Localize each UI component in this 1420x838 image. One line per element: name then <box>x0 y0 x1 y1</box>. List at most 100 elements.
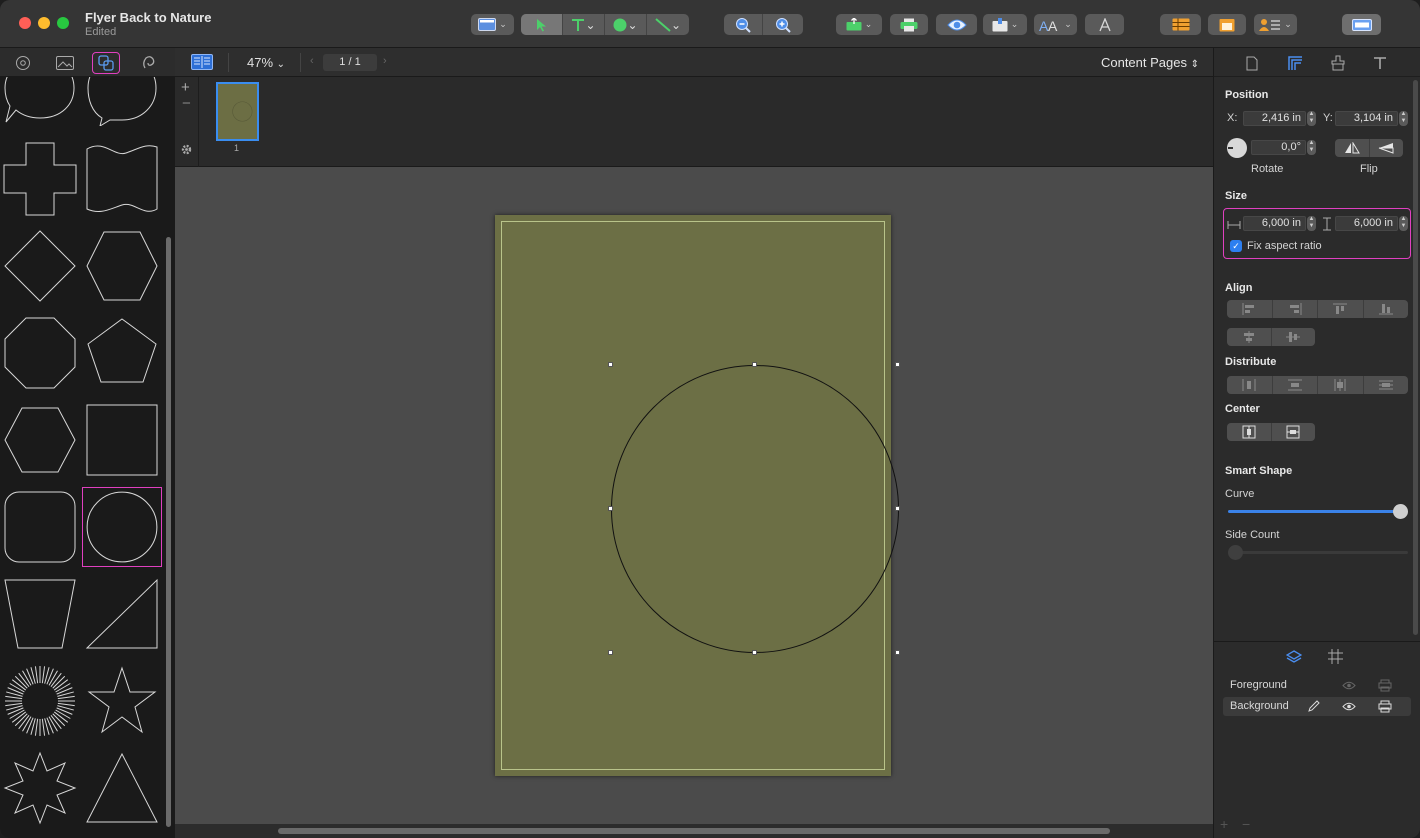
next-page-button[interactable]: › <box>383 55 387 67</box>
previous-page-button[interactable]: ‹ <box>310 55 314 67</box>
shape-tool-button[interactable]: ⌄ <box>605 14 647 35</box>
resize-handle-top-right[interactable] <box>895 362 900 367</box>
tab-shapes[interactable] <box>92 52 120 74</box>
center-vertically-button[interactable] <box>1272 423 1316 441</box>
width-field[interactable]: 6,000 in <box>1243 216 1306 231</box>
shape-pentagon[interactable] <box>84 315 160 391</box>
view-mode-button[interactable]: ⌄ <box>471 14 514 35</box>
resize-handle-top[interactable] <box>752 362 757 367</box>
tab-text[interactable] <box>1369 53 1391 73</box>
layers-tab[interactable] <box>1285 649 1303 668</box>
text-tool-button[interactable]: ⌄ <box>563 14 605 35</box>
y-stepper[interactable]: ▲ ▼ <box>1399 111 1408 126</box>
width-stepper[interactable]: ▲ ▼ <box>1307 216 1316 231</box>
resize-handle-bottom[interactable] <box>752 650 757 655</box>
remove-layer-button[interactable]: − <box>1242 816 1250 832</box>
zoom-window-button[interactable] <box>57 17 69 29</box>
align-center-vertical-button[interactable] <box>1272 328 1316 346</box>
page-view-toggle[interactable] <box>191 54 213 73</box>
layer-background[interactable]: Background <box>1223 697 1411 716</box>
align-left-button[interactable] <box>1227 300 1273 318</box>
shape-diamond[interactable] <box>2 228 78 304</box>
shape-star-5[interactable] <box>84 663 160 739</box>
horizontal-scrollbar[interactable] <box>278 828 1110 834</box>
rotate-knob[interactable] <box>1227 138 1247 158</box>
add-layer-button[interactable]: + <box>1220 816 1228 832</box>
side-count-slider-track[interactable] <box>1228 551 1408 554</box>
font-button[interactable] <box>1085 14 1124 35</box>
contacts-button[interactable]: ⌄ <box>1254 14 1297 35</box>
circle-shape[interactable] <box>611 365 899 653</box>
flip-vertical-button[interactable] <box>1370 139 1404 157</box>
inspector-scrollbar[interactable] <box>1413 80 1418 635</box>
sidebar-toggle-button[interactable] <box>1342 14 1381 35</box>
rotation-field[interactable]: 0,0° <box>1251 140 1306 155</box>
close-window-button[interactable] <box>19 17 31 29</box>
height-stepper[interactable]: ▲ ▼ <box>1399 216 1408 231</box>
grid-tab[interactable] <box>1328 649 1343 667</box>
shape-rectangle[interactable] <box>84 402 160 478</box>
distribute-centers-h-button[interactable] <box>1318 376 1364 394</box>
shape-star-8[interactable] <box>2 750 78 826</box>
height-field[interactable]: 6,000 in <box>1335 216 1398 231</box>
align-top-button[interactable] <box>1318 300 1364 318</box>
tab-style[interactable] <box>1327 53 1349 73</box>
eye-icon[interactable] <box>1342 700 1356 713</box>
shape-rounded-rectangle[interactable] <box>2 489 78 565</box>
shape-starburst[interactable] <box>2 663 78 739</box>
preview-button[interactable] <box>936 14 977 35</box>
printer-icon[interactable] <box>1378 700 1392 713</box>
minimize-window-button[interactable] <box>38 17 50 29</box>
tab-images[interactable] <box>51 52 79 74</box>
curve-slider-track[interactable] <box>1228 510 1404 513</box>
shape-right-triangle[interactable] <box>84 576 160 652</box>
calendar-button[interactable] <box>1208 14 1246 35</box>
shape-hexagon-vertical[interactable] <box>84 228 160 304</box>
tab-clipart[interactable] <box>9 52 37 74</box>
shape-circle[interactable] <box>82 487 162 567</box>
resize-handle-bottom-left[interactable] <box>608 650 613 655</box>
shape-trapezoid[interactable] <box>2 576 78 652</box>
y-position-field[interactable]: 3,104 in <box>1335 111 1398 126</box>
distribute-vertical-button[interactable] <box>1273 376 1318 394</box>
curve-slider-knob[interactable] <box>1393 504 1408 519</box>
distribute-centers-v-button[interactable] <box>1364 376 1409 394</box>
library-scrollbar[interactable] <box>166 237 171 827</box>
zoom-level-dropdown[interactable]: 47% ⌄ <box>247 55 285 70</box>
text-style-button[interactable]: A A ⌄ <box>1034 14 1077 35</box>
zoom-in-button[interactable] <box>763 14 803 35</box>
add-page-button[interactable]: + <box>181 79 190 96</box>
resize-handle-right[interactable] <box>895 506 900 511</box>
select-tool-button[interactable] <box>521 14 563 35</box>
shape-hexagon[interactable] <box>2 402 78 478</box>
tab-text-effects[interactable] <box>135 52 163 74</box>
rotation-stepper[interactable]: ▲ ▼ <box>1307 140 1316 155</box>
tab-document[interactable] <box>1241 53 1263 73</box>
x-stepper[interactable]: ▲ ▼ <box>1307 111 1316 126</box>
page-thumbnail[interactable] <box>216 82 259 141</box>
eye-icon[interactable] <box>1342 679 1356 692</box>
resize-handle-top-left[interactable] <box>608 362 613 367</box>
align-right-button[interactable] <box>1273 300 1318 318</box>
shape-speech-bubble-oval[interactable] <box>2 77 78 126</box>
center-horizontally-button[interactable] <box>1227 423 1272 441</box>
pencil-icon[interactable] <box>1307 700 1321 713</box>
shape-cross[interactable] <box>2 141 78 217</box>
print-button[interactable] <box>890 14 928 35</box>
printer-icon[interactable] <box>1378 679 1392 692</box>
align-bottom-button[interactable] <box>1364 300 1409 318</box>
shape-octagon[interactable] <box>2 315 78 391</box>
resize-handle-left[interactable] <box>608 506 613 511</box>
distribute-horizontal-button[interactable] <box>1227 376 1273 394</box>
page-settings-button[interactable] <box>180 143 193 159</box>
zoom-out-button[interactable] <box>724 14 763 35</box>
flip-horizontal-button[interactable] <box>1335 139 1370 157</box>
shape-wave-banner[interactable] <box>84 141 160 217</box>
shape-speech-bubble-round[interactable] <box>84 77 160 126</box>
export-button[interactable]: ⌄ <box>836 14 882 35</box>
line-tool-button[interactable]: ⌄ <box>647 14 689 35</box>
x-position-field[interactable]: 2,416 in <box>1243 111 1306 126</box>
resize-handle-bottom-right[interactable] <box>895 650 900 655</box>
layer-foreground[interactable]: Foreground <box>1223 676 1411 695</box>
side-count-slider-knob[interactable] <box>1228 545 1243 560</box>
